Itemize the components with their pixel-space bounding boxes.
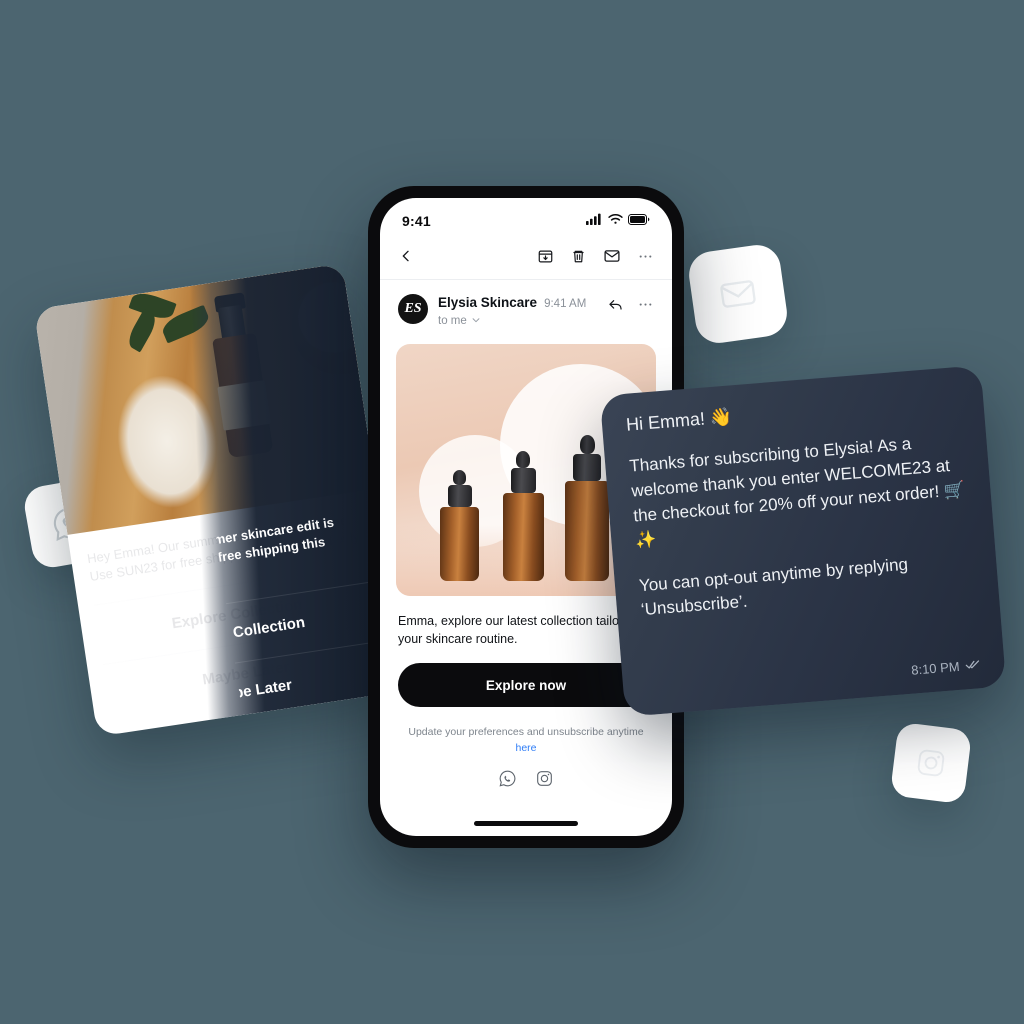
floating-badge-instagram	[889, 721, 973, 805]
status-bar-time: 9:41	[402, 213, 431, 229]
email-sender-meta: Elysia Skincare 9:41 AM to me	[438, 294, 597, 330]
whatsapp-icon[interactable]	[498, 769, 517, 794]
envelope-icon	[715, 271, 760, 316]
more-icon[interactable]	[637, 248, 654, 270]
email-sender-name: Elysia Skincare	[438, 295, 538, 310]
sms-timestamp: 8:10 PM	[910, 658, 961, 678]
chevron-down-icon[interactable]	[471, 312, 481, 330]
mail-toolbar	[380, 238, 672, 280]
email-message-actions	[607, 294, 654, 318]
status-bar: 9:41	[380, 198, 672, 238]
floating-badge-email	[686, 242, 790, 346]
home-indicator	[474, 821, 578, 826]
archive-icon[interactable]	[537, 248, 554, 270]
email-recipient: to me	[438, 315, 467, 327]
sms-paragraph-1: Thanks for subscribing to Elysia! As a w…	[628, 434, 966, 551]
status-bar-icons	[586, 212, 650, 230]
email-sender-row: ES Elysia Skincare 9:41 AM to me	[380, 280, 672, 340]
sms-greeting: Hi Emma! 👋	[625, 406, 733, 435]
double-check-icon	[965, 657, 981, 673]
email-timestamp: 9:41 AM	[544, 298, 587, 310]
dropper-bottle-shape	[502, 450, 545, 581]
unsubscribe-link[interactable]: here	[515, 742, 536, 754]
wifi-icon	[608, 212, 623, 230]
trash-icon[interactable]	[570, 248, 587, 270]
email-social-links	[406, 769, 646, 794]
instagram-icon[interactable]	[535, 769, 554, 794]
sms-paragraph-2: You can opt-out anytime by replying ‘Uns…	[638, 554, 909, 620]
more-icon[interactable]	[637, 296, 654, 318]
sms-meta: 8:10 PM	[647, 657, 981, 699]
battery-icon	[628, 212, 650, 230]
mail-icon[interactable]	[603, 247, 621, 270]
chevron-left-icon[interactable]	[398, 248, 414, 269]
reply-icon[interactable]	[607, 296, 624, 318]
cellular-signal-icon	[586, 212, 603, 230]
push-notification-card[interactable]: Hey Emma! Our summer skincare edit is he…	[33, 263, 407, 737]
email-footer-text: Update your preferences and unsubscribe …	[408, 726, 644, 739]
mail-toolbar-actions	[537, 247, 654, 270]
dropper-bottle-shape	[565, 434, 610, 581]
email-footer: Update your preferences and unsubscribe …	[380, 725, 672, 793]
leaf-shape	[124, 308, 160, 353]
explore-now-button[interactable]: Explore now	[398, 663, 654, 708]
avatar: ES	[398, 294, 428, 324]
composition-stage: Hey Emma! Our summer skincare edit is he…	[0, 0, 1024, 1024]
sms-message-bubble: Hi Emma! 👋 Thanks for subscribing to Ely…	[599, 365, 1007, 717]
instagram-icon	[913, 745, 949, 781]
dropper-bottle-shape	[440, 469, 480, 581]
